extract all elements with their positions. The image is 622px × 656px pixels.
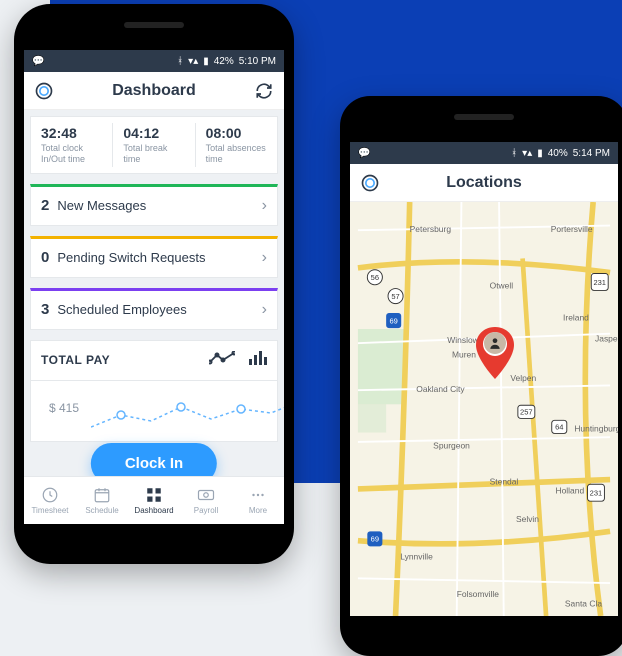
map-place-label: Otwell — [490, 281, 514, 291]
map-place-label: Petersburg — [410, 224, 452, 234]
battery-icon: ▮ — [203, 56, 209, 67]
logo-icon — [360, 173, 380, 193]
line-chart-icon[interactable] — [209, 351, 235, 370]
tab-schedule[interactable]: Schedule — [76, 477, 128, 524]
svg-text:69: 69 — [371, 535, 379, 544]
list-item[interactable]: 0 Pending Switch Requests › — [30, 236, 278, 278]
svg-text:231: 231 — [590, 489, 603, 498]
chevron-right-icon: › — [262, 197, 267, 215]
battery-text: 42% — [214, 56, 234, 67]
avatar — [484, 332, 506, 354]
map-place-label: Stendal — [490, 476, 519, 486]
stats-card: 32:48 Total clock In/Out time 04:12 Tota… — [30, 116, 278, 174]
row-count: 2 — [41, 197, 49, 214]
signal-icon: ▾▴ — [522, 148, 532, 159]
map-place-label: Jasper — [595, 333, 618, 343]
total-pay-amount: $ 415 — [49, 401, 79, 415]
app-bar: Dashboard — [24, 72, 284, 110]
logo-icon — [34, 81, 54, 101]
clock-in-button[interactable]: Clock In — [91, 443, 217, 476]
stat-absences-time: 08:00 Total absences time — [196, 123, 277, 167]
tab-bar: Timesheet Schedule Dashboard Payroll Mor… — [24, 476, 284, 524]
list-item[interactable]: 3 Scheduled Employees › — [30, 288, 278, 330]
svg-text:57: 57 — [391, 292, 399, 301]
pay-sparkline — [91, 387, 284, 437]
map-place-label: Spurgeon — [433, 441, 470, 451]
signal-icon: ▾▴ — [188, 56, 198, 67]
tab-timesheet[interactable]: Timesheet — [24, 477, 76, 524]
row-text: Scheduled Employees — [57, 302, 253, 317]
bluetooth-icon: ᚼ — [511, 148, 517, 159]
svg-text:56: 56 — [371, 273, 379, 282]
clock-icon — [41, 486, 59, 504]
bluetooth-icon: ᚼ — [177, 56, 183, 67]
refresh-icon[interactable] — [254, 81, 274, 101]
svg-text:257: 257 — [520, 408, 533, 417]
grid-icon — [145, 486, 163, 504]
message-icon: 💬 — [358, 148, 370, 159]
status-bar: 💬 ᚼ ▾▴ ▮ 42% 5:10 PM — [24, 50, 284, 72]
page-title: Locations — [446, 174, 522, 192]
bar-chart-icon[interactable] — [249, 351, 267, 370]
status-bar: 💬 ᚼ ▾▴ ▮ 40% 5:14 PM — [350, 142, 618, 164]
money-icon — [197, 486, 215, 504]
chevron-right-icon: › — [262, 249, 267, 267]
chevron-right-icon: › — [262, 301, 267, 319]
svg-text:64: 64 — [555, 423, 563, 432]
map-place-label: Portersville — [551, 224, 593, 234]
app-bar: Locations — [350, 164, 618, 202]
map-place-label: Lynnville — [400, 552, 433, 562]
spacer — [588, 173, 608, 193]
map-place-label: Huntingburg — [574, 424, 618, 434]
map[interactable]: 56 57 69 231 257 64 69 231 Petersburg Por… — [350, 202, 618, 616]
list-item[interactable]: 2 New Messages › — [30, 184, 278, 226]
phone-dashboard: 💬 ᚼ ▾▴ ▮ 42% 5:10 PM Dashboard 32:48 — [14, 4, 294, 564]
map-place-label: Muren — [452, 349, 476, 359]
row-text: New Messages — [57, 198, 253, 213]
row-text: Pending Switch Requests — [57, 250, 253, 265]
map-place-label: Ireland — [563, 313, 589, 323]
page-title: Dashboard — [112, 82, 196, 100]
stat-clock-time: 32:48 Total clock In/Out time — [31, 123, 113, 167]
clock-text: 5:10 PM — [239, 56, 276, 67]
phone-locations: 💬 ᚼ ▾▴ ▮ 40% 5:14 PM Locations — [340, 96, 622, 656]
map-place-label: Selvin — [516, 514, 539, 524]
battery-icon: ▮ — [537, 148, 543, 159]
map-place-label: Oakland City — [416, 384, 465, 394]
row-count: 0 — [41, 249, 49, 266]
map-svg: 56 57 69 231 257 64 69 231 Petersburg Por… — [350, 202, 618, 616]
calendar-icon — [93, 486, 111, 504]
tab-more[interactable]: More — [232, 477, 284, 524]
more-icon — [249, 486, 267, 504]
clock-text: 5:14 PM — [573, 148, 610, 159]
message-icon: 💬 — [32, 56, 44, 67]
battery-text: 40% — [548, 148, 568, 159]
tab-dashboard[interactable]: Dashboard — [128, 477, 180, 524]
map-pin[interactable] — [475, 327, 515, 384]
stat-break-time: 04:12 Total break time — [113, 123, 195, 167]
row-count: 3 — [41, 301, 49, 318]
map-place-label: Holland — [556, 486, 585, 496]
map-place-label: Santa Cla — [565, 599, 602, 609]
tab-payroll[interactable]: Payroll — [180, 477, 232, 524]
svg-text:69: 69 — [389, 316, 397, 325]
map-place-label: Folsomville — [457, 589, 500, 599]
total-pay-title: TOTAL PAY — [41, 353, 110, 367]
svg-text:231: 231 — [593, 278, 606, 287]
total-pay-card: TOTAL PAY $ 415 — [30, 340, 278, 442]
